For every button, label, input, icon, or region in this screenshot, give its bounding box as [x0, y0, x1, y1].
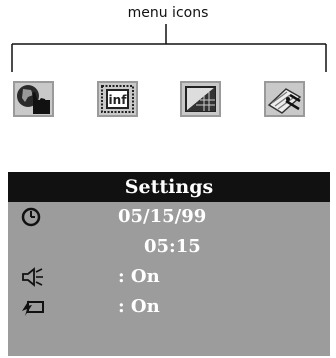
info-display-icon[interactable]: inf — [97, 81, 138, 117]
sound-value: : On — [118, 266, 160, 287]
image-format-icon[interactable] — [180, 81, 221, 117]
date-value: 05/15/99 — [118, 206, 207, 227]
callout-bracket — [11, 24, 327, 72]
delete-icon[interactable] — [264, 81, 305, 117]
power-save-value: : On — [118, 296, 160, 317]
image-select-icon[interactable] — [13, 81, 54, 117]
settings-row-power-save[interactable]: : On — [8, 292, 330, 322]
settings-title: Settings — [8, 172, 330, 202]
settings-panel: Settings 05/15/99 05:15 : On : On — [8, 172, 330, 356]
settings-row-sound[interactable]: : On — [8, 262, 330, 292]
time-value: 05:15 — [144, 236, 201, 257]
settings-row-date[interactable]: 05/15/99 — [8, 202, 330, 232]
settings-row-time[interactable]: 05:15 — [8, 232, 330, 262]
clock-icon — [21, 207, 41, 227]
power-save-icon — [22, 300, 44, 316]
svg-text:inf: inf — [109, 93, 128, 107]
speaker-icon — [22, 267, 43, 287]
